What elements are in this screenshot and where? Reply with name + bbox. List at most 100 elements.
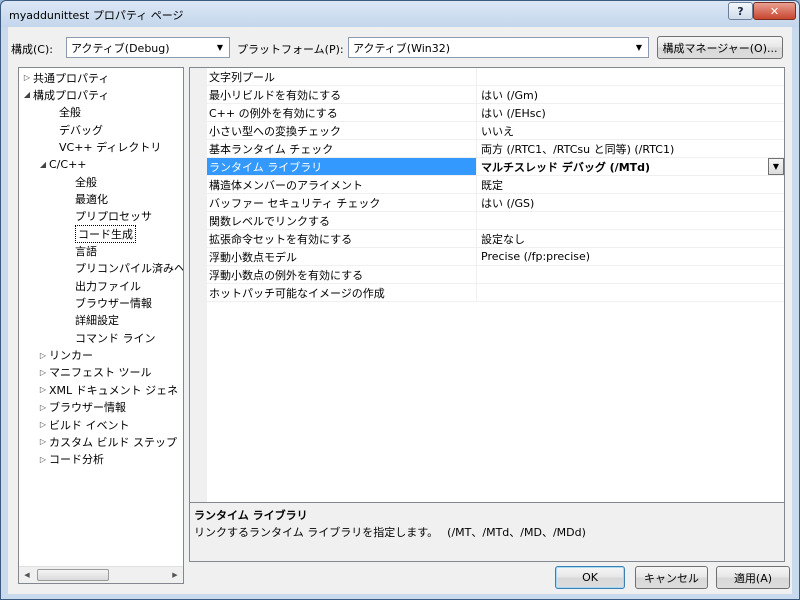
tree-item[interactable]: デバッグ (47, 121, 103, 138)
tree-horizontal-scrollbar[interactable]: ◀ ▶ (19, 566, 183, 583)
property-value[interactable]: 既定 (478, 176, 784, 193)
tree-item[interactable]: 全般 (47, 104, 81, 121)
expand-arrow-icon[interactable]: ▷ (37, 437, 49, 446)
tree-item[interactable]: ▷ 共通プロパティ (21, 69, 109, 86)
tree-item-label: 全般 (59, 106, 81, 120)
property-name[interactable]: 基本ランタイム チェック (207, 140, 477, 157)
tree-item[interactable]: ▷ コード分析 (37, 451, 104, 468)
close-button[interactable]: ✕ (753, 2, 796, 20)
tree-item[interactable]: ▷ マニフェスト ツール (37, 364, 152, 381)
tree-item[interactable]: 言語 (63, 243, 97, 260)
property-value[interactable]: 設定なし (478, 230, 784, 247)
tree-item-label: カスタム ビルド ステップ (49, 435, 177, 449)
property-name[interactable]: 構造体メンバーのアライメント (207, 176, 477, 193)
expand-arrow-icon[interactable]: ▷ (37, 385, 49, 394)
window-title: myaddunittest プロパティ ページ (9, 9, 184, 22)
property-row[interactable]: 基本ランタイム チェック 両方 (/RTC1、/RTCsu と同等) (/RTC1… (207, 140, 784, 158)
property-name[interactable]: C++ の例外を有効にする (207, 104, 477, 121)
expand-arrow-icon[interactable]: ▷ (21, 73, 33, 82)
property-row[interactable]: 浮動小数点モデル Precise (/fp:precise) (207, 248, 784, 266)
scroll-right-icon[interactable]: ▶ (167, 567, 183, 583)
property-name[interactable]: 拡張命令セットを有効にする (207, 230, 477, 247)
property-row[interactable]: 拡張命令セットを有効にする 設定なし (207, 230, 784, 248)
property-value[interactable]: Precise (/fp:precise) (478, 248, 784, 265)
expand-arrow-icon[interactable]: ▷ (37, 351, 49, 360)
tree-item-label: リンカー (49, 349, 93, 363)
configuration-combo[interactable]: アクティブ(Debug) ▼ (66, 37, 230, 58)
property-value[interactable] (478, 284, 784, 301)
tree-item[interactable]: 出力ファイル (63, 277, 141, 294)
tree-item[interactable]: コマンド ライン (63, 329, 156, 346)
tree-item[interactable]: ブラウザー情報 (63, 295, 152, 312)
expand-arrow-icon[interactable]: ▷ (37, 368, 49, 377)
category-tree[interactable]: ▷ 共通プロパティ ◢ 構成プロパティ 全般 デバッグ VC++ ディレクトリ ◢ C/C++ 全… (18, 67, 184, 584)
property-value[interactable]: 両方 (/RTC1、/RTCsu と同等) (/RTC1) (478, 140, 784, 157)
property-value-text: マルチスレッド デバッグ (/MTd) (481, 160, 651, 174)
cancel-button[interactable]: キャンセル (635, 566, 708, 589)
property-name[interactable]: 文字列プール (207, 68, 477, 85)
property-value-text: はい (/Gm) (481, 88, 539, 102)
property-row[interactable]: 構造体メンバーのアライメント 既定 (207, 176, 784, 194)
property-name[interactable]: 関数レベルでリンクする (207, 212, 477, 229)
tree-item[interactable]: ▷ XML ドキュメント ジェネ (37, 381, 178, 398)
expand-arrow-icon[interactable]: ▷ (37, 420, 49, 429)
property-row[interactable]: 小さい型への変換チェック いいえ (207, 122, 784, 140)
scroll-left-icon[interactable]: ◀ (19, 567, 35, 583)
property-row[interactable]: ランタイム ライブラリ マルチスレッド デバッグ (/MTd) ▼ (207, 158, 784, 176)
tree-item[interactable]: ▷ ビルド イベント (37, 416, 130, 433)
property-value[interactable]: はい (/Gm) (478, 86, 784, 103)
property-value[interactable]: はい (/EHsc) (478, 104, 784, 121)
tree-item[interactable]: VC++ ディレクトリ (47, 138, 161, 155)
collapse-arrow-icon[interactable]: ◢ (21, 90, 33, 99)
property-name[interactable]: 浮動小数点モデル (207, 248, 477, 265)
property-row[interactable]: 関数レベルでリンクする (207, 212, 784, 230)
tree-item[interactable]: ▷ カスタム ビルド ステップ (37, 433, 177, 450)
property-row[interactable]: 文字列プール (207, 68, 784, 86)
property-row[interactable]: バッファー セキュリティ チェック はい (/GS) (207, 194, 784, 212)
tree-item-label: コード生成 (75, 224, 136, 243)
collapse-arrow-icon[interactable]: ◢ (37, 160, 49, 169)
property-name[interactable]: 浮動小数点の例外を有効にする (207, 266, 477, 283)
configuration-manager-button[interactable]: 構成マネージャー(O)... (657, 36, 783, 59)
expand-arrow-icon[interactable]: ▷ (37, 455, 49, 464)
property-value[interactable]: はい (/GS) (478, 194, 784, 211)
tree-item[interactable]: ▷ ブラウザー情報 (37, 399, 126, 416)
property-row[interactable]: ホットパッチ可能なイメージの作成 (207, 284, 784, 302)
property-row[interactable]: 浮動小数点の例外を有効にする (207, 266, 784, 284)
property-value[interactable]: いいえ (478, 122, 784, 139)
tree-item[interactable]: 最適化 (63, 190, 108, 207)
tree-item[interactable]: ◢ C/C++ (37, 156, 87, 173)
tree-item-label: 共通プロパティ (33, 71, 110, 85)
property-name[interactable]: 最小リビルドを有効にする (207, 86, 477, 103)
property-value[interactable] (478, 212, 784, 229)
tree-item-label: ブラウザー情報 (75, 297, 152, 311)
platform-combo[interactable]: アクティブ(Win32) ▼ (348, 37, 649, 58)
property-row[interactable]: 最小リビルドを有効にする はい (/Gm) (207, 86, 784, 104)
property-value-text: Precise (/fp:precise) (481, 250, 591, 263)
property-value-text: 既定 (481, 178, 503, 192)
expand-arrow-icon[interactable]: ▷ (37, 403, 49, 412)
tree-item[interactable]: プリプロセッサ (63, 208, 152, 225)
property-name[interactable]: 小さい型への変換チェック (207, 122, 477, 139)
chevron-down-icon[interactable]: ▼ (768, 158, 784, 175)
property-name[interactable]: ホットパッチ可能なイメージの作成 (207, 284, 477, 301)
tree-item[interactable]: コード生成 (63, 224, 136, 243)
property-value-text: 両方 (/RTC1、/RTCsu と同等) (/RTC1) (481, 142, 675, 156)
property-name[interactable]: ランタイム ライブラリ (207, 158, 477, 175)
tree-item[interactable]: ▷ リンカー (37, 347, 93, 364)
tree-item[interactable]: 詳細設定 (63, 312, 119, 329)
tree-item[interactable]: 全般 (63, 173, 97, 190)
property-value[interactable] (478, 266, 784, 283)
scrollbar-thumb[interactable] (37, 569, 109, 581)
property-value[interactable] (478, 68, 784, 85)
property-value[interactable]: マルチスレッド デバッグ (/MTd) ▼ (478, 158, 784, 175)
help-button[interactable]: ? (728, 2, 753, 20)
tree-item[interactable]: ◢ 構成プロパティ (21, 86, 109, 103)
property-name[interactable]: バッファー セキュリティ チェック (207, 194, 477, 211)
ok-button[interactable]: OK (555, 566, 625, 589)
property-grid[interactable]: 文字列プール 最小リビルドを有効にする はい (/Gm) C++ の例外を有効にするは… (189, 67, 785, 529)
tree-item[interactable]: プリコンパイル済みヘ (63, 260, 183, 277)
property-row[interactable]: C++ の例外を有効にする はい (/EHsc) (207, 104, 784, 122)
apply-button[interactable]: 適用(A) (716, 566, 790, 589)
title-bar[interactable]: myaddunittest プロパティ ページ ? ✕ (1, 1, 799, 27)
